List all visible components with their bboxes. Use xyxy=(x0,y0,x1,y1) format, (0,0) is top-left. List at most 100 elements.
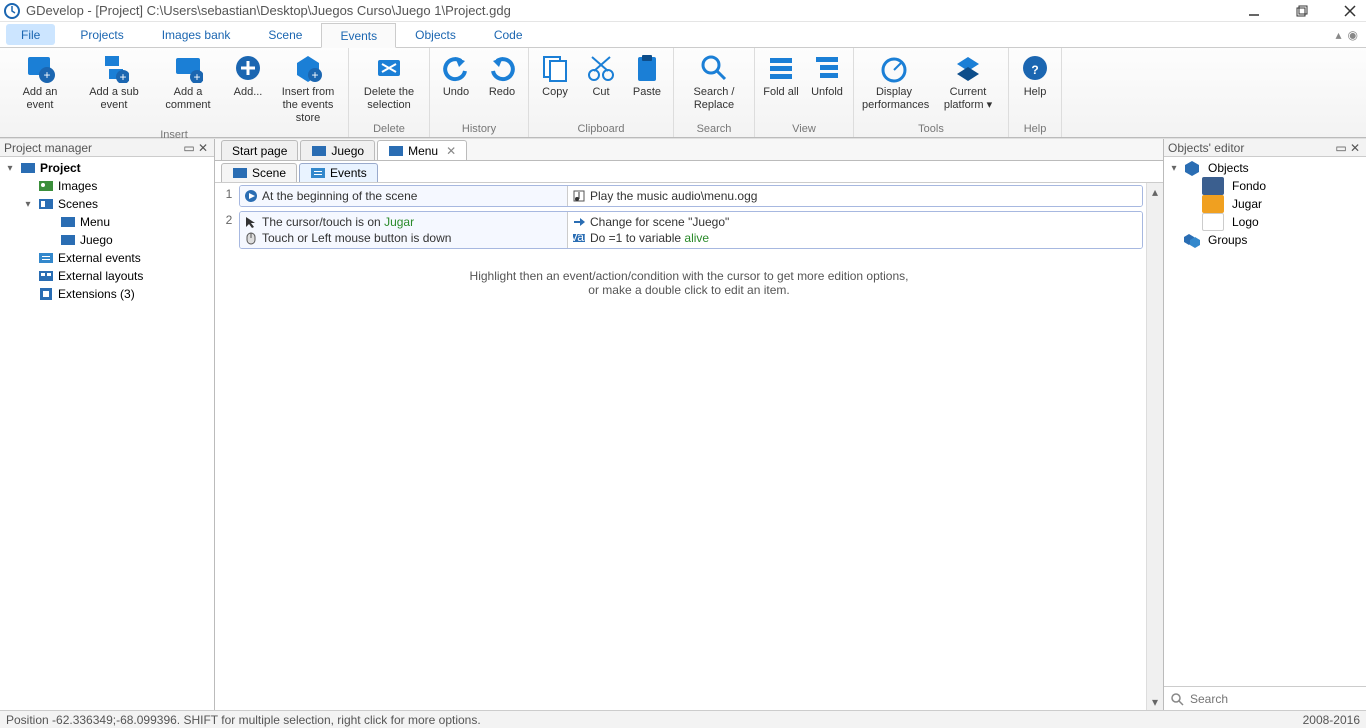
var-icon: Var xyxy=(572,231,586,245)
editor-hint: Highlight then an event/action/condition… xyxy=(215,253,1163,313)
search-icon xyxy=(1170,692,1186,706)
scroll-down-icon[interactable]: ▾ xyxy=(1147,693,1163,710)
ribbon-redo-button[interactable]: Redo xyxy=(480,50,524,101)
ribbon-search-button[interactable]: Search / Replace xyxy=(678,50,750,114)
status-right: 2008-2016 xyxy=(1303,713,1360,727)
subtab-events[interactable]: Events xyxy=(299,163,378,182)
vertical-scrollbar[interactable]: ▴ ▾ xyxy=(1146,183,1163,710)
event-row[interactable]: 1At the beginning of the scenePlay the m… xyxy=(219,185,1143,207)
events-editor[interactable]: 1At the beginning of the scenePlay the m… xyxy=(215,183,1163,710)
object-jugar[interactable]: Jugar xyxy=(1164,195,1366,213)
cut-icon xyxy=(585,52,617,84)
panel-close-icon[interactable]: ✕ xyxy=(196,141,210,155)
scene-icon xyxy=(232,165,248,181)
condition-line[interactable]: The cursor/touch is on Jugar xyxy=(244,214,563,230)
tree-project[interactable]: ▾Project xyxy=(0,159,214,177)
panel-float-icon[interactable]: ▭ xyxy=(1334,141,1348,155)
actions-column[interactable]: Play the music audio\menu.ogg xyxy=(568,186,1142,206)
tree-extensions-3-[interactable]: Extensions (3) xyxy=(0,285,214,303)
object-groups[interactable]: Groups xyxy=(1164,231,1366,249)
action-line[interactable]: VarDo =1 to variable alive xyxy=(572,230,1138,246)
ribbon-paste-button[interactable]: Paste xyxy=(625,50,669,101)
objects-editor-title: Objects' editor xyxy=(1168,141,1244,155)
actions-column[interactable]: Change for scene "Juego"VarDo =1 to vari… xyxy=(568,212,1142,248)
tree-images[interactable]: Images xyxy=(0,177,214,195)
panel-close-icon[interactable]: ✕ xyxy=(1348,141,1362,155)
menu-images-bank[interactable]: Images bank xyxy=(143,22,250,47)
condition-line[interactable]: At the beginning of the scene xyxy=(244,188,563,204)
groups-icon xyxy=(1184,232,1200,248)
menu-code[interactable]: Code xyxy=(475,22,542,47)
objects-search xyxy=(1164,686,1366,710)
menu-projects[interactable]: Projects xyxy=(61,22,142,47)
ribbon-help-button[interactable]: ?Help xyxy=(1013,50,1057,101)
ribbon-unfold-button[interactable]: Unfold xyxy=(805,50,849,101)
ribbon-group-label: Help xyxy=(1009,121,1061,137)
menu-objects[interactable]: Objects xyxy=(396,22,475,47)
ribbon-group-label: Tools xyxy=(854,121,1008,137)
maximize-button[interactable] xyxy=(1290,2,1314,20)
ribbon-perf-button[interactable]: Display performances xyxy=(858,50,930,114)
menu-events[interactable]: Events xyxy=(321,23,396,48)
ribbon-copy-button[interactable]: Copy xyxy=(533,50,577,101)
ribbon-add-plus-button[interactable]: Add... xyxy=(226,50,270,101)
tree-external-layouts[interactable]: External layouts xyxy=(0,267,214,285)
ribbon-group-label: Delete xyxy=(349,121,429,137)
ribbon-delete-button[interactable]: Delete the selection xyxy=(353,50,425,114)
ribbon-add-subevent-button[interactable]: +Add a sub event xyxy=(78,50,150,114)
events-icon xyxy=(310,165,326,181)
object-logo[interactable]: Logo xyxy=(1164,213,1366,231)
close-icon[interactable]: ✕ xyxy=(446,144,456,158)
action-line[interactable]: Change for scene "Juego" xyxy=(572,214,1138,230)
fold-icon xyxy=(765,52,797,84)
status-left: Position -62.336349;-68.099396. SHIFT fo… xyxy=(6,713,481,727)
ribbon-cut-button[interactable]: Cut xyxy=(579,50,623,101)
object-thumb xyxy=(1202,195,1224,213)
condition-line[interactable]: Touch or Left mouse button is down xyxy=(244,230,563,246)
subtab-scene[interactable]: Scene xyxy=(221,163,297,182)
close-button[interactable] xyxy=(1338,2,1362,20)
conditions-column[interactable]: The cursor/touch is on JugarTouch or Lef… xyxy=(240,212,568,248)
project-tree[interactable]: ▾ProjectImages▾ScenesMenuJuegoExternal e… xyxy=(0,157,214,710)
tree-scenes[interactable]: ▾Scenes xyxy=(0,195,214,213)
search-icon xyxy=(698,52,730,84)
objects-tree[interactable]: ▾ObjectsFondoJugarLogoGroups xyxy=(1164,157,1366,686)
svg-text:+: + xyxy=(193,70,200,83)
app-icon xyxy=(4,3,20,19)
minimize-button[interactable] xyxy=(1242,2,1266,20)
event-row[interactable]: 2The cursor/touch is on JugarTouch or Le… xyxy=(219,211,1143,249)
ribbon-fold-button[interactable]: Fold all xyxy=(759,50,803,101)
play-icon xyxy=(244,189,258,203)
action-line[interactable]: Play the music audio\menu.ogg xyxy=(572,188,1138,204)
cursor-icon xyxy=(244,215,258,229)
ribbon-add-event-button[interactable]: +Add an event xyxy=(4,50,76,114)
ribbon-minimize-icon[interactable]: ▴ xyxy=(1335,28,1341,42)
object-fondo[interactable]: Fondo xyxy=(1164,177,1366,195)
ribbon-help-icon[interactable]: ◉ xyxy=(1348,28,1358,42)
mouse-icon xyxy=(244,231,258,245)
scroll-up-icon[interactable]: ▴ xyxy=(1147,183,1163,200)
tree-external-events[interactable]: External events xyxy=(0,249,214,267)
tab-juego[interactable]: Juego xyxy=(300,140,375,160)
menu-scene[interactable]: Scene xyxy=(249,22,321,47)
ribbon-group-label: View xyxy=(755,121,853,137)
help-icon: ? xyxy=(1019,52,1051,84)
ribbon-add-comment-button[interactable]: +Add a comment xyxy=(152,50,224,114)
tab-start-page[interactable]: Start page xyxy=(221,140,298,160)
tree-menu[interactable]: Menu xyxy=(0,213,214,231)
project-icon xyxy=(20,160,36,176)
object-objects[interactable]: ▾Objects xyxy=(1164,159,1366,177)
project-manager-header: Project manager ▭ ✕ xyxy=(0,139,214,157)
menu-file[interactable]: File xyxy=(6,24,55,45)
ribbon-store-button[interactable]: +Insert from the events store xyxy=(272,50,344,127)
objects-search-input[interactable] xyxy=(1190,692,1360,706)
panel-float-icon[interactable]: ▭ xyxy=(182,141,196,155)
tree-juego[interactable]: Juego xyxy=(0,231,214,249)
conditions-column[interactable]: At the beginning of the scene xyxy=(240,186,568,206)
tab-menu[interactable]: Menu✕ xyxy=(377,140,467,160)
add-subevent-icon: + xyxy=(98,52,130,84)
ribbon-platform-button[interactable]: Current platform ▾ xyxy=(932,50,1004,114)
ribbon-undo-button[interactable]: Undo xyxy=(434,50,478,101)
music-icon xyxy=(572,189,586,203)
redo-icon xyxy=(486,52,518,84)
